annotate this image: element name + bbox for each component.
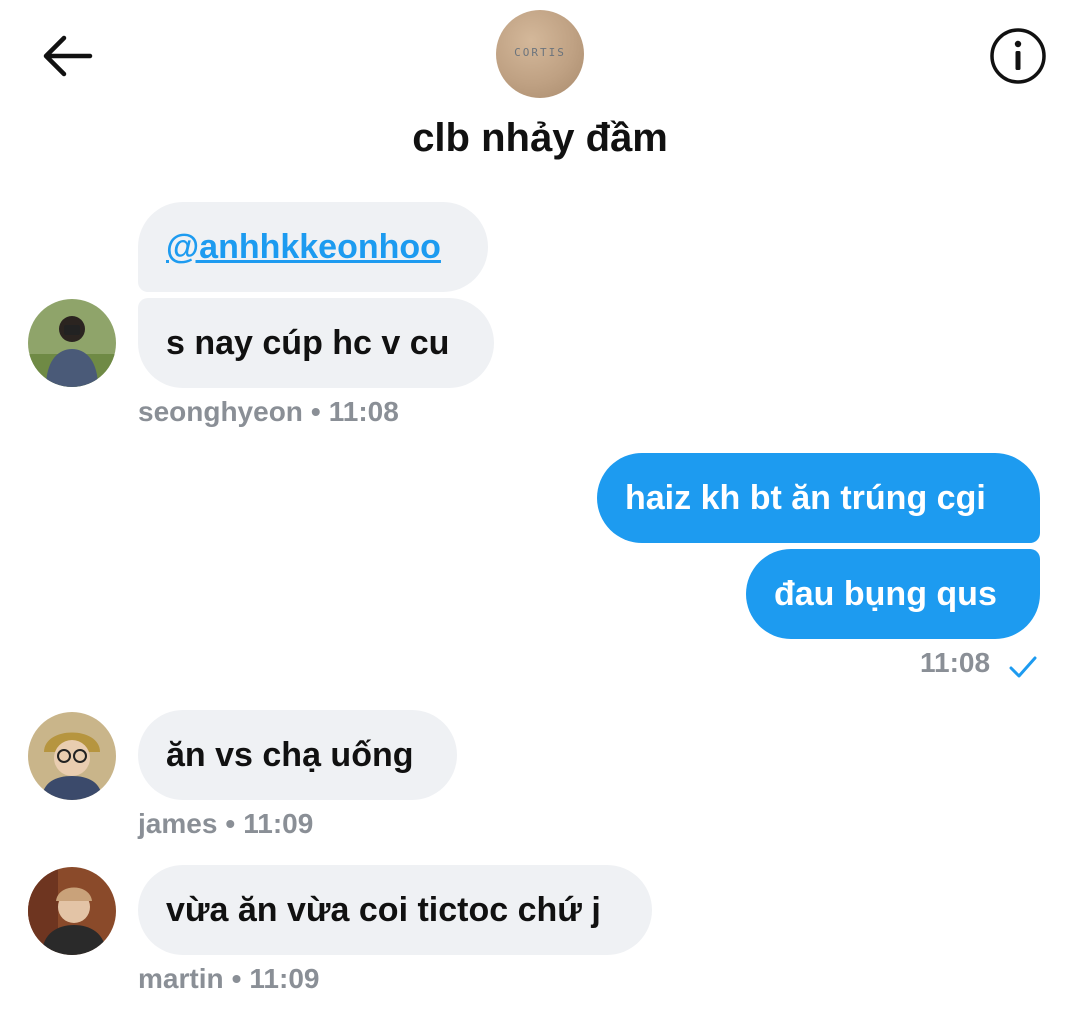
- message-time: 11:08: [920, 647, 991, 678]
- avatar-seonghyeon[interactable]: [28, 299, 116, 387]
- group-avatar-logo: CORTIS: [514, 46, 566, 59]
- message-bubble[interactable]: @anhhkkeonhoo: [138, 202, 488, 292]
- check-icon: [1009, 656, 1037, 678]
- message-time: 11:08: [328, 396, 399, 427]
- message-meta: seonghyeon • 11:08: [138, 396, 399, 428]
- avatar-image: [28, 299, 116, 387]
- meta-separator: •: [225, 808, 236, 839]
- avatar-martin[interactable]: [28, 867, 116, 955]
- sender-name: martin: [138, 963, 224, 994]
- message-bubble[interactable]: ăn vs chạ uống: [138, 710, 457, 800]
- mention-link[interactable]: @anhhkkeonhoo: [166, 228, 441, 266]
- meta-separator: •: [231, 963, 242, 994]
- message-time: 11:09: [249, 963, 320, 994]
- message-bubble[interactable]: s nay cúp hc v cu: [138, 298, 494, 388]
- message-bubble[interactable]: vừa ăn vừa coi tictoc chứ j: [138, 865, 652, 955]
- message-time: 11:09: [243, 808, 314, 839]
- arrow-left-icon: [43, 35, 93, 77]
- avatar-james[interactable]: [28, 712, 116, 800]
- message-bubble-outgoing[interactable]: đau bụng qus: [746, 549, 1040, 639]
- conversation-title: clb nhảy đầm: [412, 116, 668, 160]
- meta-separator: •: [310, 396, 321, 427]
- avatar-image: [28, 712, 116, 800]
- info-button[interactable]: [988, 26, 1048, 86]
- sender-name: james: [138, 808, 218, 839]
- info-circle-icon: [990, 28, 1046, 84]
- sender-name: seonghyeon: [138, 396, 303, 427]
- message-meta: james • 11:09: [138, 808, 313, 840]
- group-avatar[interactable]: CORTIS: [496, 10, 584, 98]
- back-button[interactable]: [34, 28, 98, 84]
- message-bubble-outgoing[interactable]: haiz kh bt ăn trúng cgi: [597, 453, 1040, 543]
- message-meta: martin • 11:09: [138, 963, 319, 995]
- avatar-image: [28, 867, 116, 955]
